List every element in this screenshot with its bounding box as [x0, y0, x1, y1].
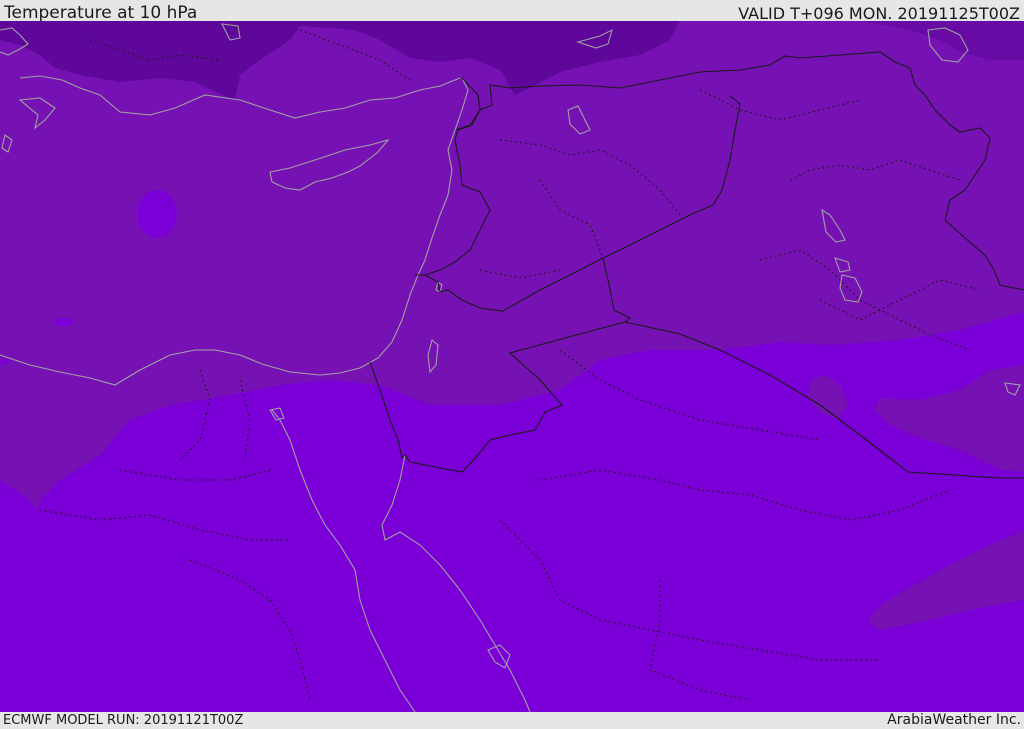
temperature-map — [0, 21, 1024, 712]
map-footer: ECMWF MODEL RUN: 20191121T00Z ArabiaWeat… — [0, 712, 1024, 729]
map-canvas — [0, 21, 1024, 712]
temperature-spot-light — [137, 190, 177, 238]
model-run-label: ECMWF MODEL RUN: 20191121T00Z — [3, 713, 244, 728]
credit-label: ArabiaWeather Inc. — [887, 712, 1021, 728]
map-header: Temperature at 10 hPa VALID T+096 MON. 2… — [0, 0, 1024, 23]
temperature-spot-light-small — [54, 318, 74, 326]
